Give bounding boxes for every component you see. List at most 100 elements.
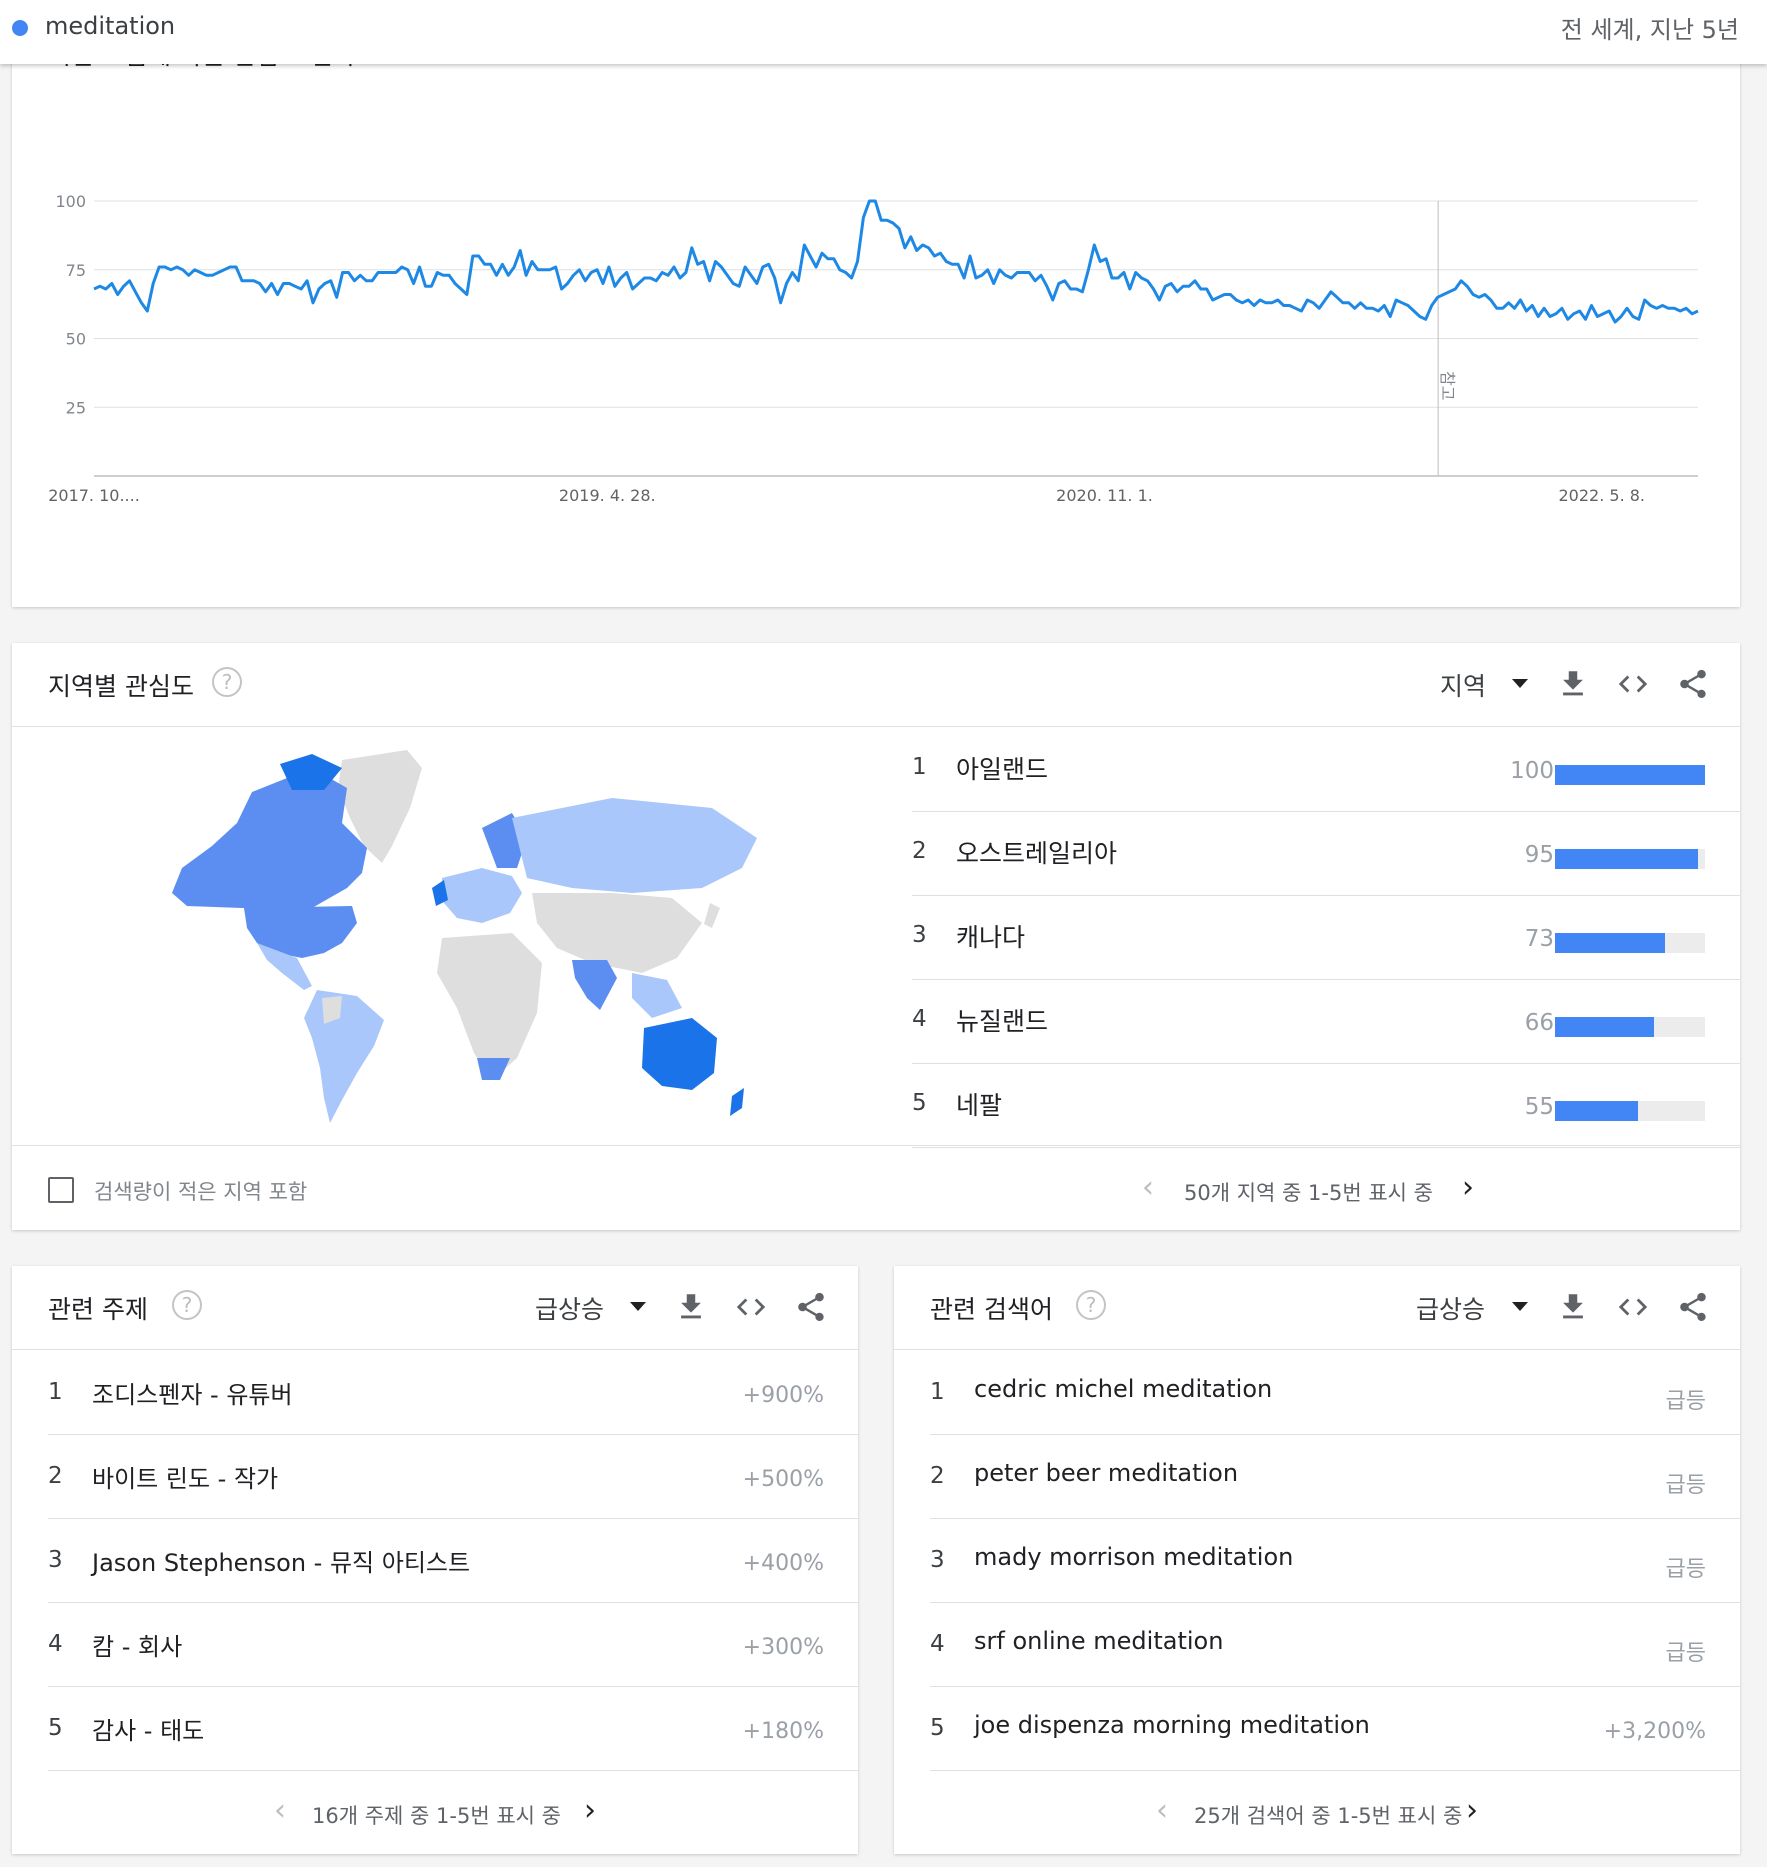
- search-term-header: meditation 전 세계, 지난 5년: [0, 0, 1767, 64]
- y-tick-label: 50: [66, 330, 86, 349]
- search-term-label[interactable]: meditation: [45, 12, 175, 40]
- dropdown-arrow-icon[interactable]: [1512, 679, 1528, 688]
- download-icon[interactable]: [1556, 1290, 1590, 1324]
- dropdown-arrow-icon[interactable]: [630, 1302, 646, 1311]
- list-item[interactable]: 3 Jason Stephenson - 뮤직 아티스트 +400%: [48, 1519, 858, 1603]
- topic-name[interactable]: 캄 - 회사: [92, 1627, 182, 1662]
- query-value: 급등: [1665, 1473, 1706, 1498]
- topic-name[interactable]: 감사 - 태도: [92, 1711, 204, 1746]
- topic-name[interactable]: Jason Stephenson - 뮤직 아티스트: [92, 1543, 470, 1578]
- x-tick-label: 2022. 5. 8.: [1559, 486, 1646, 505]
- query-name[interactable]: cedric michel meditation: [974, 1375, 1272, 1403]
- query-value: 급등: [1665, 1641, 1706, 1666]
- map-region-japan: [704, 903, 720, 928]
- list-item[interactable]: 2 peter beer meditation 급등: [930, 1435, 1740, 1519]
- map-region-south-africa: [477, 1058, 510, 1080]
- region-name[interactable]: 뉴질랜드: [956, 1002, 1048, 1038]
- share-icon[interactable]: [1676, 667, 1710, 701]
- query-name[interactable]: joe dispenza morning meditation: [974, 1711, 1370, 1739]
- x-tick-label: 2019. 4. 28.: [559, 486, 656, 505]
- topics-dropdown-label[interactable]: 급상승: [535, 1290, 604, 1326]
- query-name[interactable]: mady morrison meditation: [974, 1543, 1293, 1571]
- region-card-footer: 검색량이 적은 지역 포함 ‹ 50개 지역 중 1-5번 표시 중 ›: [12, 1145, 1740, 1230]
- map-region-europe: [442, 868, 522, 923]
- low-volume-checkbox[interactable]: [48, 1177, 74, 1203]
- y-tick-label: 75: [66, 261, 86, 280]
- region-row[interactable]: 5 네팔 55: [912, 1064, 1740, 1148]
- region-value: 66: [1524, 1010, 1554, 1036]
- queries-card-header: 관련 검색어 ? 급상승: [894, 1266, 1740, 1350]
- world-map[interactable]: [12, 728, 876, 1138]
- prev-page-icon[interactable]: ‹: [1156, 1796, 1168, 1826]
- related-queries-card: 관련 검색어 ? 급상승 1 cedric michel meditation …: [894, 1266, 1740, 1854]
- list-item[interactable]: 3 mady morrison meditation 급등: [930, 1519, 1740, 1603]
- map-region-se-asia: [632, 973, 682, 1018]
- y-tick-label: 25: [66, 398, 86, 417]
- map-region-india: [572, 960, 617, 1010]
- topic-value: +900%: [742, 1383, 824, 1408]
- region-bar: [1555, 1017, 1705, 1037]
- help-icon[interactable]: ?: [1076, 1290, 1106, 1320]
- region-ranking-list: 1 아일랜드 100 2 오스트레일리아 95 3 캐나다 73 4 뉴질랜드 …: [912, 728, 1740, 1148]
- list-item[interactable]: 4 srf online meditation 급등: [930, 1603, 1740, 1687]
- region-card-header: 지역별 관심도 ? 지역: [12, 643, 1740, 727]
- topics-card-footer: ‹ 16개 주제 중 1-5번 표시 중 ›: [12, 1771, 858, 1854]
- share-icon[interactable]: [794, 1290, 828, 1324]
- region-bar: [1555, 765, 1705, 785]
- region-row[interactable]: 1 아일랜드 100: [912, 728, 1740, 812]
- region-row[interactable]: 2 오스트레일리아 95: [912, 812, 1740, 896]
- interest-over-time-card: 시간 흐름에 따른 관심도 변화 2550751002017. 10....20…: [12, 0, 1740, 607]
- x-tick-label: 2020. 11. 1.: [1056, 486, 1153, 505]
- topic-value: +400%: [742, 1551, 824, 1576]
- region-card-title: 지역별 관심도: [48, 672, 194, 701]
- scope-label: 전 세계, 지난 5년: [1560, 16, 1739, 44]
- next-page-icon[interactable]: ›: [584, 1796, 596, 1826]
- list-item[interactable]: 5 joe dispenza morning meditation +3,200…: [930, 1687, 1740, 1771]
- region-row[interactable]: 4 뉴질랜드 66: [912, 980, 1740, 1064]
- topics-pagination-label: 16개 주제 중 1-5번 표시 중: [312, 1804, 561, 1828]
- topic-name[interactable]: 조디스펜자 - 유튜버: [92, 1375, 293, 1410]
- region-dropdown-label[interactable]: 지역: [1440, 667, 1486, 703]
- region-bar: [1555, 1101, 1705, 1121]
- embed-icon[interactable]: [1616, 667, 1650, 701]
- help-icon[interactable]: ?: [172, 1290, 202, 1320]
- interest-line-chart: 25 50 75 100 2017. 10.... 2019. 4. 28. 2020. 1…: [48, 192, 1699, 505]
- topic-name[interactable]: 바이트 린도 - 작가: [92, 1459, 278, 1494]
- region-name[interactable]: 캐나다: [956, 918, 1025, 954]
- list-item[interactable]: 5 감사 - 태도 +180%: [48, 1687, 858, 1771]
- region-name[interactable]: 네팔: [956, 1086, 1002, 1122]
- related-topics-card: 관련 주제 ? 급상승 1 조디스펜자 - 유튜버 +900% 2 바이트 린도…: [12, 1266, 858, 1854]
- low-volume-checkbox-label[interactable]: 검색량이 적은 지역 포함: [94, 1176, 307, 1206]
- share-icon[interactable]: [1676, 1290, 1710, 1324]
- region-name[interactable]: 아일랜드: [956, 750, 1048, 786]
- queries-pagination-label: 25개 검색어 중 1-5번 표시 중: [1194, 1804, 1463, 1828]
- topics-card-title: 관련 주제: [48, 1295, 148, 1324]
- region-name[interactable]: 오스트레일리아: [956, 834, 1117, 870]
- region-value: 55: [1524, 1094, 1554, 1120]
- help-icon[interactable]: ?: [212, 667, 242, 697]
- related-topics-list: 1 조디스펜자 - 유튜버 +900% 2 바이트 린도 - 작가 +500% …: [48, 1351, 858, 1771]
- region-pagination-label: 50개 지역 중 1-5번 표시 중: [1184, 1181, 1433, 1205]
- list-item[interactable]: 2 바이트 린도 - 작가 +500%: [48, 1435, 858, 1519]
- query-value: +3,200%: [1603, 1719, 1706, 1744]
- queries-card-title: 관련 검색어: [930, 1295, 1053, 1324]
- download-icon[interactable]: [1556, 667, 1590, 701]
- region-row[interactable]: 3 캐나다 73: [912, 896, 1740, 980]
- dropdown-arrow-icon[interactable]: [1512, 1302, 1528, 1311]
- embed-icon[interactable]: [734, 1290, 768, 1324]
- list-item[interactable]: 4 캄 - 회사 +300%: [48, 1603, 858, 1687]
- query-name[interactable]: peter beer meditation: [974, 1459, 1238, 1487]
- prev-page-icon[interactable]: ‹: [1142, 1173, 1154, 1203]
- query-name[interactable]: srf online meditation: [974, 1627, 1223, 1655]
- queries-dropdown-label[interactable]: 급상승: [1416, 1290, 1485, 1326]
- next-page-icon[interactable]: ›: [1462, 1173, 1474, 1203]
- embed-icon[interactable]: [1616, 1290, 1650, 1324]
- list-item[interactable]: 1 조디스펜자 - 유튜버 +900%: [48, 1351, 858, 1435]
- series-line-meditation: [93, 199, 1699, 324]
- list-item[interactable]: 1 cedric michel meditation 급등: [930, 1351, 1740, 1435]
- y-tick-label: 100: [55, 192, 86, 211]
- next-page-icon[interactable]: ›: [1466, 1796, 1478, 1826]
- download-icon[interactable]: [674, 1290, 708, 1324]
- prev-page-icon[interactable]: ‹: [274, 1796, 286, 1826]
- x-tick-label: 2017. 10....: [48, 486, 140, 505]
